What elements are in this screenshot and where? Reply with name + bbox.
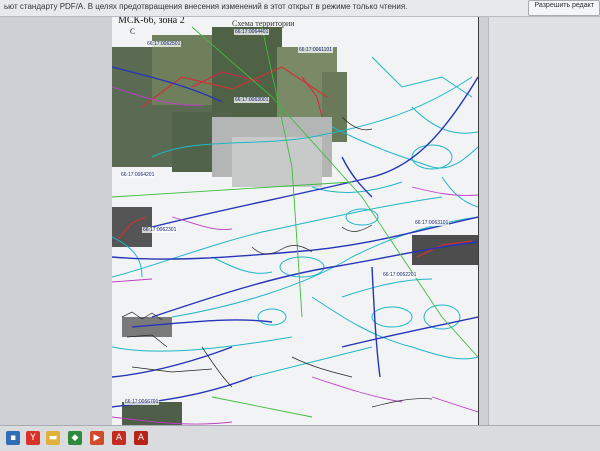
map-heading: Схема территории xyxy=(232,19,295,28)
parcel-label: 66:17:0061101 xyxy=(298,47,333,53)
read-only-notice: ьют стандарту PDF/A. В целях предотвраще… xyxy=(4,2,408,11)
parcel-label: 66:17:0063101 xyxy=(414,220,450,226)
north-arrow-label: С xyxy=(130,27,136,36)
media-player-icon[interactable]: ▶ xyxy=(90,431,104,445)
parcel-label: 66:17:0062501 xyxy=(146,41,182,47)
coordinate-system-label: МСК-66, зона 2 xyxy=(116,17,187,26)
monitor-screen: ьют стандарту PDF/A. В целях предотвраще… xyxy=(0,0,600,451)
yandex-browser-icon[interactable]: Y xyxy=(26,431,40,445)
document-info-bar: ьют стандарту PDF/A. В целях предотвраще… xyxy=(0,0,600,17)
parcel-label: 66:17:0066701 xyxy=(124,399,160,405)
enable-editing-button[interactable]: Разрешить редакт xyxy=(528,0,600,16)
adobe-acrobat-icon[interactable]: A xyxy=(112,431,126,445)
parcel-label: 66:17:0064201 xyxy=(120,172,156,178)
antivirus-shield-icon[interactable]: ◆ xyxy=(68,431,82,445)
pdf-document-icon[interactable]: A xyxy=(134,431,148,445)
taskbar: ▪ Y ▬ ◆ ▶ A A xyxy=(0,425,600,451)
parcel-label: 66:17:0064401 xyxy=(234,29,270,35)
parcel-label: 66:17:0062301 xyxy=(142,227,178,233)
windows-icon[interactable]: ▪ xyxy=(6,431,20,445)
parcel-label: 66:17:0063001 xyxy=(234,97,270,103)
map-page: Схема территории МСК-66, зона 2 С 66:17:… xyxy=(112,17,479,437)
document-viewport[interactable]: Схема территории МСК-66, зона 2 С 66:17:… xyxy=(0,17,488,437)
right-side-panel xyxy=(488,17,600,425)
parcel-label: 66:17:0062201 xyxy=(382,272,418,278)
file-explorer-icon[interactable]: ▬ xyxy=(46,431,60,445)
